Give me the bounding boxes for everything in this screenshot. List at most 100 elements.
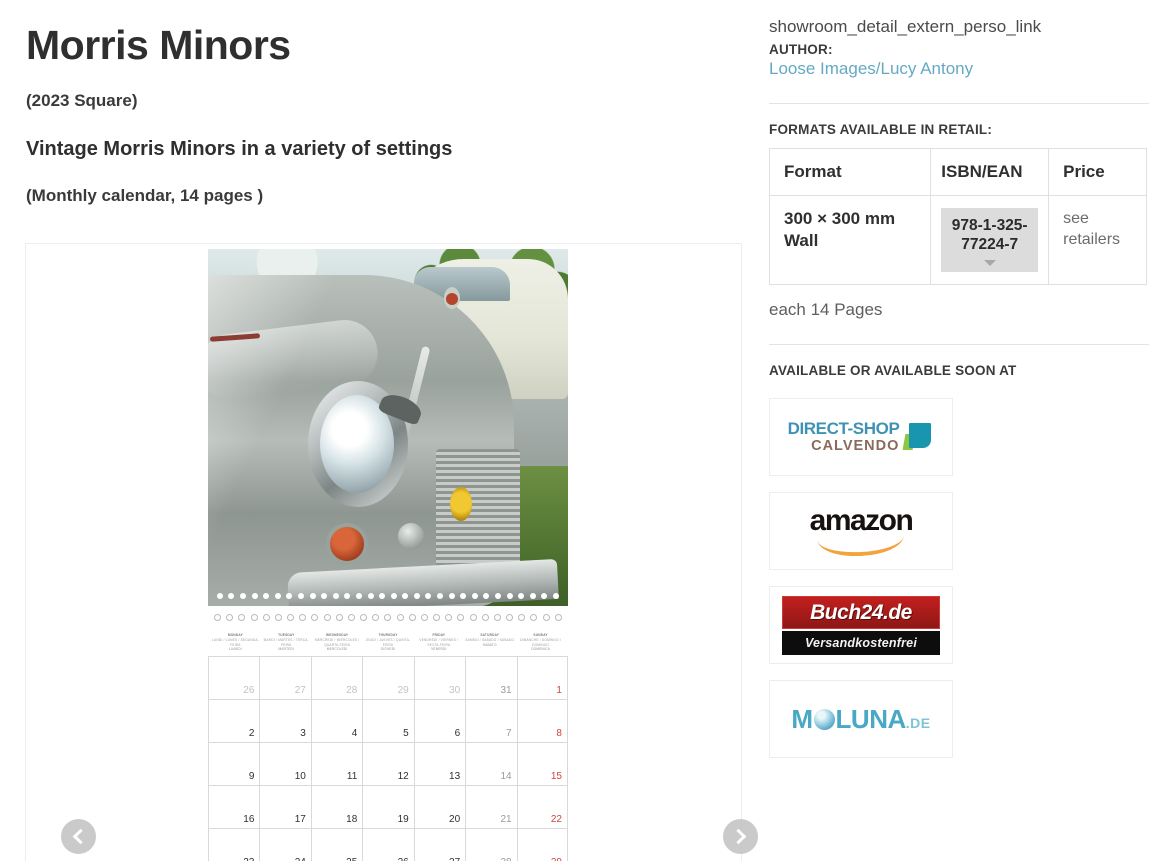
direct-shop-logo: DIRECT-SHOP CALVENDO — [788, 420, 935, 454]
retailers-heading: AVAILABLE OR AVAILABLE SOON AT — [769, 363, 1017, 379]
calendar-day-cell: 21 — [465, 785, 517, 829]
calendar-day-cell: 1 — [516, 656, 568, 700]
table-header-row: Format ISBN/EAN Price — [768, 147, 1147, 196]
calendar-day-cell: 17 — [259, 785, 311, 829]
calendar-day-header: TUESDAY MARDI / MARTES / TERCA-FEIRA MARTE… — [263, 633, 309, 652]
photo-indicator-lamp — [446, 293, 458, 305]
calendar-day-cell: 29 — [362, 656, 414, 700]
showroom-perso-link[interactable]: showroom_detail_extern_perso_link — [769, 14, 1149, 40]
image-carousel: MONDAY LUNDI / LUNES / SEGUNDA-FEIRA LUNED… — [25, 243, 758, 861]
calendar-day-cell: 4 — [310, 699, 363, 743]
calendar-day-header: FRIDAY VENDREDI / VIERNES / SEXTA-FEIRA VE… — [419, 633, 459, 652]
buch24-wordmark: Buch24 — [810, 600, 883, 624]
calendar-day-cell: 9 — [208, 742, 260, 786]
chevron-right-icon — [730, 828, 747, 845]
calendar-day-cell: 3 — [259, 699, 311, 743]
photo-punch-dots — [208, 591, 568, 601]
calendar-day-cell: 14 — [465, 742, 517, 786]
calendar-day-cell: 11 — [310, 742, 363, 786]
photo-grille — [436, 449, 520, 579]
format-name: 300 × 300 mm Wall — [784, 208, 896, 251]
buch24-tld: .de — [883, 600, 912, 624]
buch24-tagline: Versandkostenfrei — [804, 635, 917, 650]
calendar-day-cell: 26 — [208, 656, 260, 700]
calendar-day-header: THURSDAY JEUDI / JUEVES / QUINTA-FEIRA GIO… — [365, 633, 411, 652]
column-header-price: Price — [1048, 147, 1147, 196]
calendar-grid: 26 27 28 29 30 31 1 2 3 4 5 6 7 8 9 10 11 12 13 14 15 16 17 18 1… — [208, 656, 568, 861]
direct-shop-line2: CALVENDO — [811, 438, 900, 455]
moluna-tld: .DE — [905, 715, 931, 732]
author-link[interactable]: Loose Images/Lucy Antony — [769, 59, 1149, 79]
price-value: see retailers — [1063, 209, 1121, 249]
calendar-day-headers: MONDAY LUNDI / LUNES / SEGUNDA-FEIRA LUNED… — [208, 627, 568, 656]
author-label: AUTHOR: — [769, 41, 833, 57]
cell-isbn: 978-1-325-77224-7 — [930, 194, 1050, 286]
amazon-logo: amazon — [809, 504, 914, 559]
buch24-logo: Buch24.de Versandkostenfrei — [782, 595, 940, 655]
calendar-ring-holes — [208, 606, 568, 627]
calendar-day-cell: 6 — [413, 699, 466, 743]
photo-badge — [450, 487, 472, 521]
chevron-left-icon — [72, 828, 89, 845]
calendar-day-cell: 31 — [465, 656, 517, 700]
isbn-dropdown[interactable]: 978-1-325-77224-7 — [941, 207, 1039, 273]
column-header-isbn: ISBN/EAN — [930, 147, 1050, 196]
photo-knob — [398, 523, 424, 549]
calendar-day-header: WEDNESDAY MERCREDI / MIERCOLES / QUARTA-F… — [314, 633, 360, 652]
retailer-direct-shop-calvendo[interactable]: DIRECT-SHOP CALVENDO — [769, 398, 953, 477]
product-subtitle: Vintage Morris Minors in a variety of se… — [26, 138, 453, 161]
calendar-day-cell: 23 — [208, 828, 260, 861]
calendar-day-cell: 16 — [208, 785, 260, 829]
moluna-letter-m: M — [791, 704, 813, 735]
calendar-day-cell: 22 — [516, 785, 568, 829]
calendar-day-cell: 10 — [259, 742, 311, 786]
moluna-logo: M LUNA .DE — [791, 706, 930, 732]
formats-heading: FORMATS AVAILABLE IN RETAIL: — [769, 121, 993, 137]
retailer-buch24[interactable]: Buch24.de Versandkostenfrei — [769, 586, 953, 665]
calvendo-page-icon — [902, 422, 934, 452]
product-detail-page: Morris Minors (2023 Square) Vintage Morr… — [0, 0, 1169, 861]
calendar-day-cell: 5 — [362, 699, 414, 743]
calendar-page-preview[interactable]: MONDAY LUNDI / LUNES / SEGUNDA-FEIRA LUNED… — [208, 249, 568, 861]
retailer-amazon[interactable]: amazon — [769, 492, 953, 571]
divider-retailers — [769, 344, 1149, 346]
cell-format: 300 × 300 mm Wall — [768, 194, 932, 286]
calendar-day-header: MONDAY LUNDI / LUNES / SEGUNDA-FEIRA LUNED… — [211, 633, 259, 652]
calendar-day-cell: 19 — [362, 785, 414, 829]
amazon-wordmark: amazon — [809, 504, 914, 538]
retailer-moluna[interactable]: M LUNA .DE — [769, 680, 953, 759]
isbn-value: 978-1-325-77224-7 — [951, 216, 1028, 254]
carousel-next-button[interactable] — [723, 819, 758, 854]
calendar-day-cell: 30 — [413, 656, 466, 700]
divider-top — [769, 102, 1149, 104]
carousel-prev-button[interactable] — [61, 819, 96, 854]
calendar-day-cell: 28 — [310, 656, 363, 700]
calendar-day-cell: 7 — [465, 699, 517, 743]
calendar-cover-photo — [208, 249, 568, 606]
calendar-day-cell: 27 — [259, 656, 311, 700]
calendar-day-cell: 20 — [413, 785, 466, 829]
calendar-day-cell: 8 — [516, 699, 568, 743]
calendar-day-cell: 28 — [465, 828, 517, 861]
calendar-day-cell: 29 — [516, 828, 568, 861]
formats-table: Format ISBN/EAN Price 300 × 300 mm Wall … — [768, 147, 1147, 286]
photo-fog-lamp — [326, 523, 368, 565]
page-title: Morris Minors — [26, 22, 291, 68]
calendar-day-header: SUNDAY DIMANCHE / DOMINGO / DOMINGO DOMENI… — [520, 633, 562, 652]
calendar-day-cell: 12 — [362, 742, 414, 786]
calendar-day-cell: 27 — [413, 828, 466, 861]
each-pages-note: each 14 Pages — [769, 300, 883, 320]
calendar-day-cell: 24 — [259, 828, 311, 861]
calendar-day-cell: 2 — [208, 699, 260, 743]
amazon-smile-icon — [817, 535, 905, 559]
calendar-day-cell: 18 — [310, 785, 363, 829]
product-meta: (Monthly calendar, 14 pages ) — [26, 186, 264, 206]
table-row: 300 × 300 mm Wall 978-1-325-77224-7 see … — [768, 194, 1147, 286]
calendar-day-cell: 25 — [310, 828, 363, 861]
chevron-down-icon — [983, 260, 996, 267]
product-sidebar: showroom_detail_extern_perso_link AUTHOR… — [768, 0, 1149, 759]
product-edition: (2023 Square) — [26, 91, 138, 111]
moluna-wordmark: LUNA — [835, 704, 907, 735]
calendar-day-cell: 26 — [362, 828, 414, 861]
calendar-day-cell: 13 — [413, 742, 466, 786]
